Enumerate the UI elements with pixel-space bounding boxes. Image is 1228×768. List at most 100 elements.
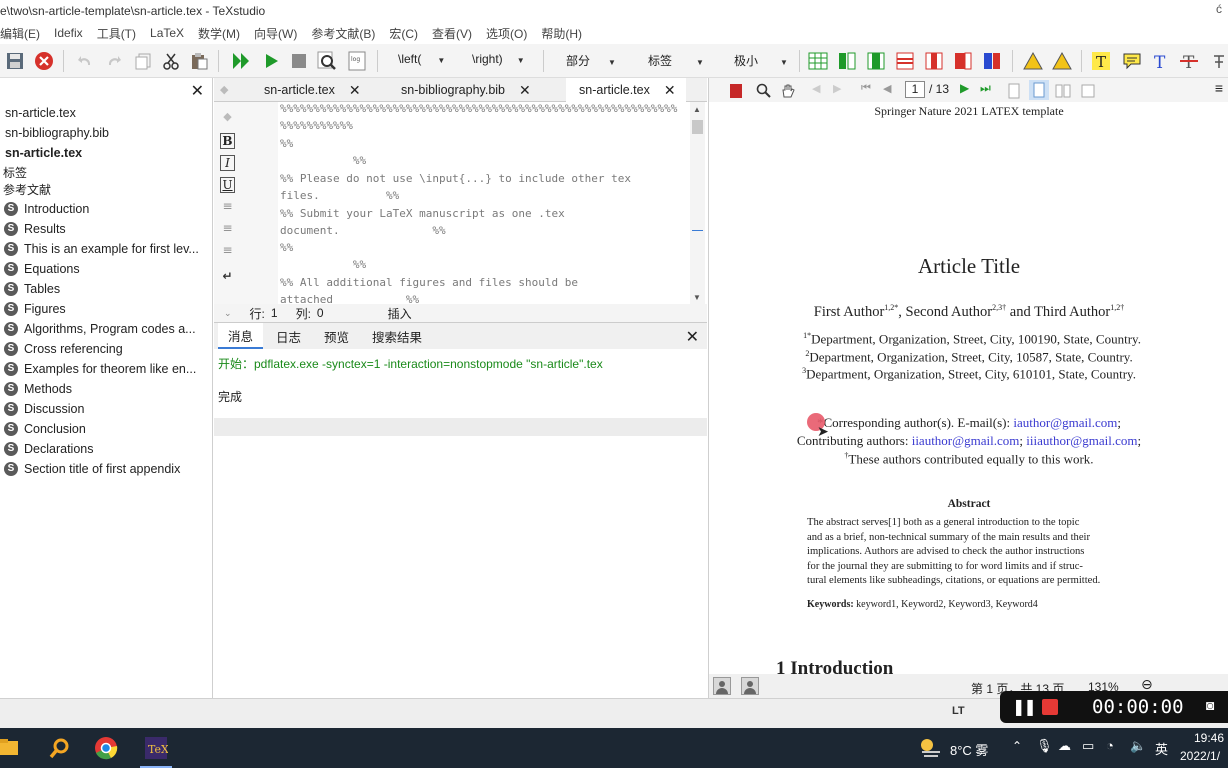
tab-sn-bibliography[interactable]: sn-bibliography.bib ✕ — [401, 78, 531, 102]
right-delimiter-combo[interactable]: \right) ▼ — [472, 52, 525, 70]
chrome-icon[interactable] — [94, 736, 118, 760]
size-combo[interactable]: 极小 ▼ — [734, 52, 788, 70]
reference-combo[interactable]: 标签 ▼ — [648, 52, 704, 70]
continuous-page-icon[interactable] — [1029, 80, 1049, 100]
nav-forward-icon[interactable]: ▶ — [833, 82, 841, 95]
bibliography-header[interactable]: 参考文献 — [0, 179, 212, 199]
structure-section-item[interactable]: S Equations — [0, 259, 212, 279]
structure-section-item[interactable]: S Conclusion — [0, 419, 212, 439]
page-number-input[interactable]: 1 — [905, 81, 925, 98]
delete-column-icon[interactable] — [923, 51, 945, 71]
network-icon[interactable]: ▭ — [1082, 738, 1094, 754]
align-right-icon[interactable]: ≡ — [220, 243, 235, 259]
close-icon[interactable]: ✕ — [519, 82, 531, 99]
close-icon[interactable]: ✕ — [686, 327, 699, 347]
copy-icon[interactable] — [133, 51, 153, 71]
menu-icon[interactable]: ≡ — [1215, 80, 1223, 96]
structure-section-item[interactable]: S This is an example for first lev... — [0, 239, 212, 259]
input-method-indicator[interactable]: 英 — [1155, 739, 1168, 758]
search-icon[interactable] — [755, 81, 773, 101]
strikeout-icon[interactable]: T — [1178, 51, 1200, 71]
texstudio-icon[interactable]: TeX — [144, 736, 169, 760]
view-log-icon[interactable]: log — [346, 51, 368, 71]
weather-icon[interactable] — [918, 736, 942, 760]
menu-view[interactable]: 查看(V) — [425, 25, 479, 42]
record-stop-icon[interactable] — [1042, 699, 1058, 715]
wifi-icon[interactable]: ◔ — [1106, 738, 1114, 753]
scrollbar-thumb[interactable] — [692, 120, 703, 134]
warning-prev-icon[interactable] — [1051, 51, 1073, 71]
structure-section-item[interactable]: S Figures — [0, 299, 212, 319]
menu-macros[interactable]: 宏(C) — [382, 25, 425, 42]
scroll-down-icon[interactable]: ▼ — [693, 293, 701, 302]
structure-section-item[interactable]: S Examples for theorem like en... — [0, 359, 212, 379]
section-combo[interactable]: 部分 ▼ — [566, 52, 616, 70]
user-icon[interactable] — [713, 677, 731, 695]
editor-scrollbar[interactable]: ▲ ▼ — [690, 102, 705, 304]
compile-icon[interactable] — [261, 51, 281, 71]
facing-pages-icon[interactable] — [1054, 81, 1072, 101]
nav-back-icon[interactable]: ◀ — [812, 82, 820, 95]
menu-edit[interactable]: 编辑(E) — [0, 25, 47, 42]
hand-tool-icon[interactable] — [779, 81, 797, 101]
close-icon[interactable]: ✕ — [191, 81, 204, 101]
pdf-page[interactable]: Springer Nature 2021 LATEX template Arti… — [709, 102, 1228, 674]
table-icon[interactable] — [807, 51, 829, 71]
structure-section-item[interactable]: S Declarations — [0, 439, 212, 459]
close-document-icon[interactable] — [33, 51, 55, 71]
camera-icon[interactable]: ◙ — [1206, 697, 1214, 713]
structure-section-item[interactable]: S Discussion — [0, 399, 212, 419]
menu-idefix[interactable]: Idefix — [47, 26, 90, 40]
warning-next-icon[interactable] — [1022, 51, 1044, 71]
align-center-icon[interactable]: ≡ — [220, 221, 235, 237]
align-columns-icon[interactable] — [981, 51, 1003, 71]
email-link[interactable]: iiiauthor@gmail.com — [1026, 433, 1137, 448]
clear-table-icon[interactable] — [952, 51, 974, 71]
structure-section-item[interactable]: S Algorithms, Program codes a... — [0, 319, 212, 339]
delete-row-icon[interactable] — [894, 51, 916, 71]
structure-section-item[interactable]: S Results — [0, 219, 212, 239]
bookmark-icon[interactable]: ◆ — [220, 110, 235, 126]
structure-section-item[interactable]: S Cross referencing — [0, 339, 212, 359]
undo-icon[interactable] — [76, 51, 94, 71]
menu-wizards[interactable]: 向导(W) — [247, 25, 304, 42]
tab-messages[interactable]: 消息 — [218, 323, 264, 349]
code-editor[interactable]: %%%%%%%%%%%%%%%%%%%%%%%%%%%%%%%%%%%%%%%%… — [280, 102, 690, 304]
stop-compile-icon[interactable] — [289, 51, 309, 71]
comment-icon[interactable] — [1121, 51, 1143, 71]
structure-section-item[interactable]: S Section title of first appendix — [0, 459, 212, 479]
structure-file-item[interactable]: sn-article.tex — [0, 103, 212, 123]
build-and-view-icon[interactable] — [230, 51, 252, 71]
cut-icon[interactable] — [161, 51, 181, 71]
left-delimiter-combo[interactable]: \left(▼ — [398, 52, 445, 70]
newline-icon[interactable]: ↵ — [220, 269, 235, 285]
pin-icon[interactable] — [1210, 51, 1228, 71]
paste-icon[interactable] — [189, 51, 209, 71]
chevron-down-icon[interactable]: ⌄ — [224, 308, 232, 319]
italic-icon[interactable]: I — [220, 155, 235, 171]
weather-text[interactable]: 8°C 雾 — [950, 740, 988, 759]
tab-preview[interactable]: 预览 — [324, 323, 349, 349]
menu-math[interactable]: 数学(M) — [191, 25, 247, 42]
tab-log[interactable]: 日志 — [276, 323, 301, 349]
pause-icon[interactable]: ❚❚ — [1012, 697, 1037, 717]
menu-options[interactable]: 选项(O) — [479, 25, 534, 42]
highlight-text-icon[interactable]: T — [1090, 51, 1112, 71]
structure-section-item[interactable]: S Tables — [0, 279, 212, 299]
last-page-icon[interactable]: ⏭ — [980, 81, 991, 96]
prev-page-icon[interactable]: ◀ — [883, 82, 891, 95]
close-icon[interactable]: ✕ — [664, 82, 676, 99]
cloud-icon[interactable]: ☁ — [1058, 738, 1071, 754]
tray-chevron-icon[interactable]: ⌃ — [1012, 739, 1022, 753]
menu-bibliography[interactable]: 参考文献(B) — [304, 25, 382, 42]
tab-sn-article-active[interactable]: sn-article.tex ✕ — [566, 78, 686, 102]
text-tool-icon[interactable]: T — [1150, 51, 1170, 71]
add-column-icon[interactable] — [836, 51, 858, 71]
search-icon[interactable] — [48, 736, 72, 760]
first-page-icon[interactable]: ⏮ — [861, 82, 871, 95]
single-page-icon[interactable] — [1005, 81, 1023, 101]
lt-label[interactable]: LT — [952, 705, 965, 717]
save-icon[interactable] — [5, 51, 25, 71]
bold-icon[interactable]: B — [220, 133, 235, 149]
volume-icon[interactable]: 🔈 — [1130, 738, 1146, 754]
